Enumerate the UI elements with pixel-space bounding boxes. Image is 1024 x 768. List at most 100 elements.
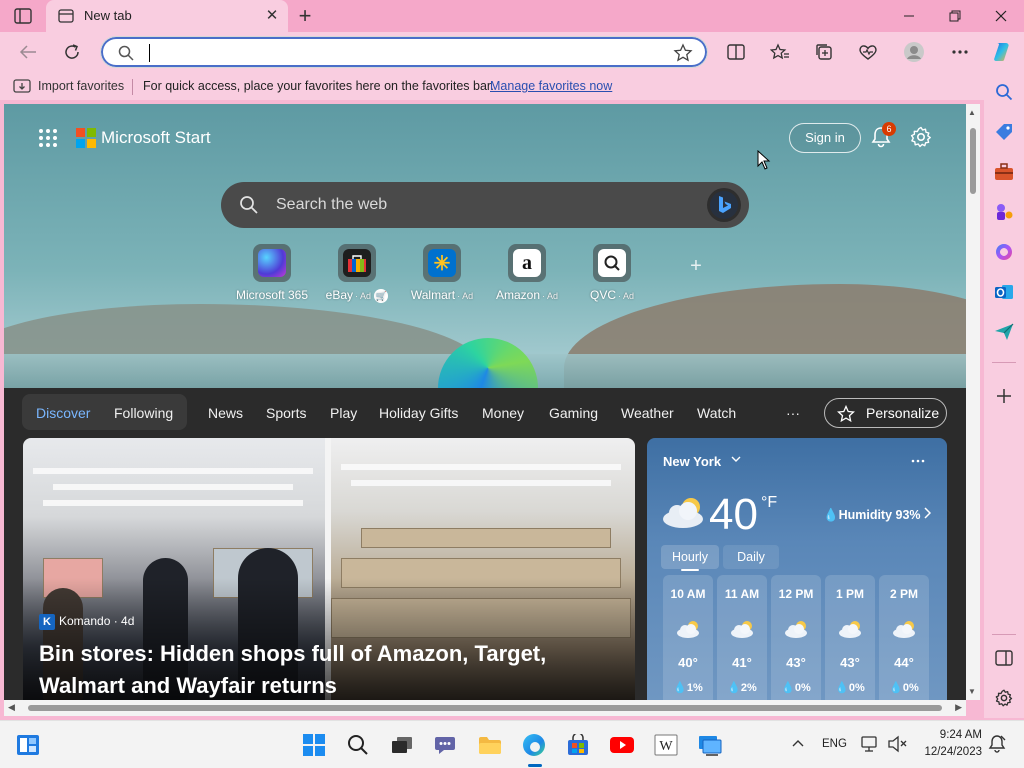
copilot-icon[interactable] bbox=[988, 38, 1016, 66]
temperature-unit: °F bbox=[761, 494, 778, 511]
taskbar-search-icon[interactable] bbox=[344, 731, 372, 759]
manage-favorites-link[interactable]: Manage favorites now bbox=[490, 79, 612, 93]
ad-marker: · Ad bbox=[618, 291, 635, 301]
personalize-button[interactable]: Personalize bbox=[824, 398, 947, 428]
youtube-icon[interactable] bbox=[608, 731, 636, 759]
hide-sidebar-icon[interactable] bbox=[992, 646, 1016, 670]
address-input[interactable] bbox=[153, 42, 653, 64]
refresh-button[interactable] bbox=[58, 38, 86, 66]
start-button[interactable] bbox=[300, 731, 328, 759]
nav-tab-gaming[interactable]: Gaming bbox=[549, 405, 598, 421]
sidebar-microsoft-365-icon[interactable] bbox=[992, 240, 1016, 264]
input-language-indicator[interactable]: ENG bbox=[822, 738, 847, 750]
page-horizontal-scrollbar[interactable]: ◀ ▶ bbox=[4, 700, 966, 716]
nav-tab-sports[interactable]: Sports bbox=[266, 405, 306, 421]
settings-and-more-button[interactable] bbox=[946, 38, 974, 66]
notification-center-icon[interactable] bbox=[986, 733, 1008, 755]
nav-more-button[interactable]: ··· bbox=[786, 405, 800, 421]
edge-browser-taskbar-icon[interactable] bbox=[520, 731, 548, 759]
profile-avatar[interactable] bbox=[900, 38, 928, 66]
weather-location[interactable]: New York bbox=[663, 454, 721, 469]
nav-tab-discover[interactable]: Discover bbox=[36, 405, 90, 421]
wikipedia-icon[interactable]: W bbox=[652, 731, 680, 759]
sidebar-send-icon[interactable] bbox=[992, 320, 1016, 344]
app-launcher-grid-icon[interactable] bbox=[38, 128, 58, 148]
nav-tab-news[interactable]: News bbox=[208, 405, 243, 421]
hourly-forecast-item[interactable]: 11 AM 41° 💧2% bbox=[717, 575, 767, 700]
minimize-button[interactable] bbox=[886, 0, 932, 32]
nav-tab-holiday-gifts[interactable]: Holiday Gifts bbox=[379, 405, 458, 421]
scroll-left-arrow-icon[interactable]: ◀ bbox=[8, 702, 15, 713]
sidebar-games-icon[interactable] bbox=[992, 200, 1016, 224]
article-headline[interactable]: Bin stores: Hidden shops full of Amazon,… bbox=[39, 638, 599, 700]
humidity-readout[interactable]: 💧Humidity 93% bbox=[823, 508, 921, 523]
browser-tab-new-tab[interactable]: New tab ✕ bbox=[46, 0, 288, 32]
file-explorer-icon[interactable] bbox=[476, 731, 504, 759]
browser-essentials-button[interactable] bbox=[854, 38, 882, 66]
quicklink-walmart[interactable]: ✳ Walmart · Ad bbox=[397, 244, 487, 302]
nav-tab-following[interactable]: Following bbox=[114, 405, 173, 421]
show-hidden-icons-chevron-icon[interactable] bbox=[792, 735, 804, 750]
restore-button[interactable] bbox=[932, 0, 978, 32]
tab-daily[interactable]: Daily bbox=[723, 545, 779, 569]
weather-more-options-icon[interactable] bbox=[911, 450, 925, 466]
chevron-down-icon[interactable] bbox=[731, 455, 741, 466]
sidebar-shopping-tag-icon[interactable] bbox=[992, 120, 1016, 144]
add-favorite-star-icon[interactable] bbox=[673, 43, 693, 63]
sidebar-settings-gear-icon[interactable] bbox=[992, 686, 1016, 710]
nav-tab-money[interactable]: Money bbox=[482, 405, 524, 421]
clock-time[interactable]: 9:24 AM bbox=[920, 729, 982, 741]
microsoft-store-icon[interactable] bbox=[564, 731, 592, 759]
widgets-icon[interactable] bbox=[14, 731, 42, 759]
close-tab-icon[interactable]: ✕ bbox=[264, 7, 280, 25]
back-button[interactable] bbox=[14, 38, 42, 66]
collections-button[interactable] bbox=[810, 38, 838, 66]
hourly-forecast-item[interactable]: 2 PM 44° 💧0% bbox=[879, 575, 929, 700]
sidebar-add-button[interactable] bbox=[992, 384, 1016, 408]
chevron-right-icon[interactable] bbox=[923, 507, 932, 522]
quicklink-microsoft-365[interactable]: Microsoft 365 bbox=[227, 244, 317, 302]
bing-chat-button[interactable] bbox=[707, 188, 741, 222]
scrollbar-thumb[interactable] bbox=[970, 128, 976, 194]
split-screen-button[interactable] bbox=[722, 38, 750, 66]
import-favorites-link[interactable]: Import favorites bbox=[38, 79, 124, 93]
volume-muted-icon[interactable] bbox=[886, 733, 908, 755]
scroll-down-arrow-icon[interactable]: ▼ bbox=[968, 687, 976, 696]
remote-desktop-icon[interactable] bbox=[696, 731, 724, 759]
network-display-icon[interactable] bbox=[860, 733, 882, 755]
task-view-icon[interactable] bbox=[388, 731, 416, 759]
scroll-up-arrow-icon[interactable]: ▲ bbox=[968, 108, 976, 117]
forecast-time: 11 AM bbox=[724, 587, 760, 601]
page-vertical-scrollbar[interactable]: ▲ ▼ bbox=[966, 104, 980, 700]
address-bar[interactable] bbox=[100, 36, 708, 68]
precip-value: 0% bbox=[902, 682, 919, 694]
sidebar-search-icon[interactable] bbox=[992, 80, 1016, 104]
clock-date[interactable]: 12/24/2023 bbox=[912, 746, 982, 758]
tab-actions-menu-icon[interactable] bbox=[14, 8, 32, 24]
tab-hourly[interactable]: Hourly bbox=[661, 545, 719, 571]
sidebar-outlook-icon[interactable] bbox=[992, 280, 1016, 304]
scrollbar-thumb[interactable] bbox=[28, 705, 942, 711]
scroll-right-arrow-icon[interactable]: ▶ bbox=[955, 702, 962, 713]
import-favorites-icon[interactable] bbox=[13, 78, 31, 94]
web-search-box[interactable]: Search the web bbox=[221, 182, 749, 228]
quicklink-amazon[interactable]: a Amazon · Ad bbox=[482, 244, 572, 302]
microsoft-start-title[interactable]: Microsoft Start bbox=[101, 128, 211, 148]
nav-tab-play[interactable]: Play bbox=[330, 405, 357, 421]
sign-in-button[interactable]: Sign in bbox=[789, 123, 861, 153]
sidebar-tools-icon[interactable] bbox=[992, 160, 1016, 184]
hourly-forecast-item[interactable]: 12 PM 43° 💧0% bbox=[771, 575, 821, 700]
hourly-forecast-item[interactable]: 1 PM 43° 💧0% bbox=[825, 575, 875, 700]
close-window-button[interactable] bbox=[978, 0, 1024, 32]
hero-article-card[interactable]: K Komando · 4d Bin stores: Hidden shops f… bbox=[23, 438, 635, 700]
page-settings-gear-icon[interactable] bbox=[910, 126, 932, 148]
favorites-button[interactable] bbox=[766, 38, 794, 66]
new-tab-button[interactable]: + bbox=[294, 5, 316, 28]
hourly-forecast-item[interactable]: 10 AM 40° 💧1% bbox=[663, 575, 713, 700]
teams-chat-icon[interactable] bbox=[432, 731, 460, 759]
quicklink-ebay[interactable]: eBay · Ad 🛒 bbox=[312, 244, 402, 303]
quicklink-qvc[interactable]: QVC · Ad bbox=[567, 244, 657, 302]
nav-tab-weather[interactable]: Weather bbox=[621, 405, 674, 421]
nav-tab-watch[interactable]: Watch bbox=[697, 405, 736, 421]
add-quicklink-button[interactable]: + bbox=[686, 256, 706, 276]
